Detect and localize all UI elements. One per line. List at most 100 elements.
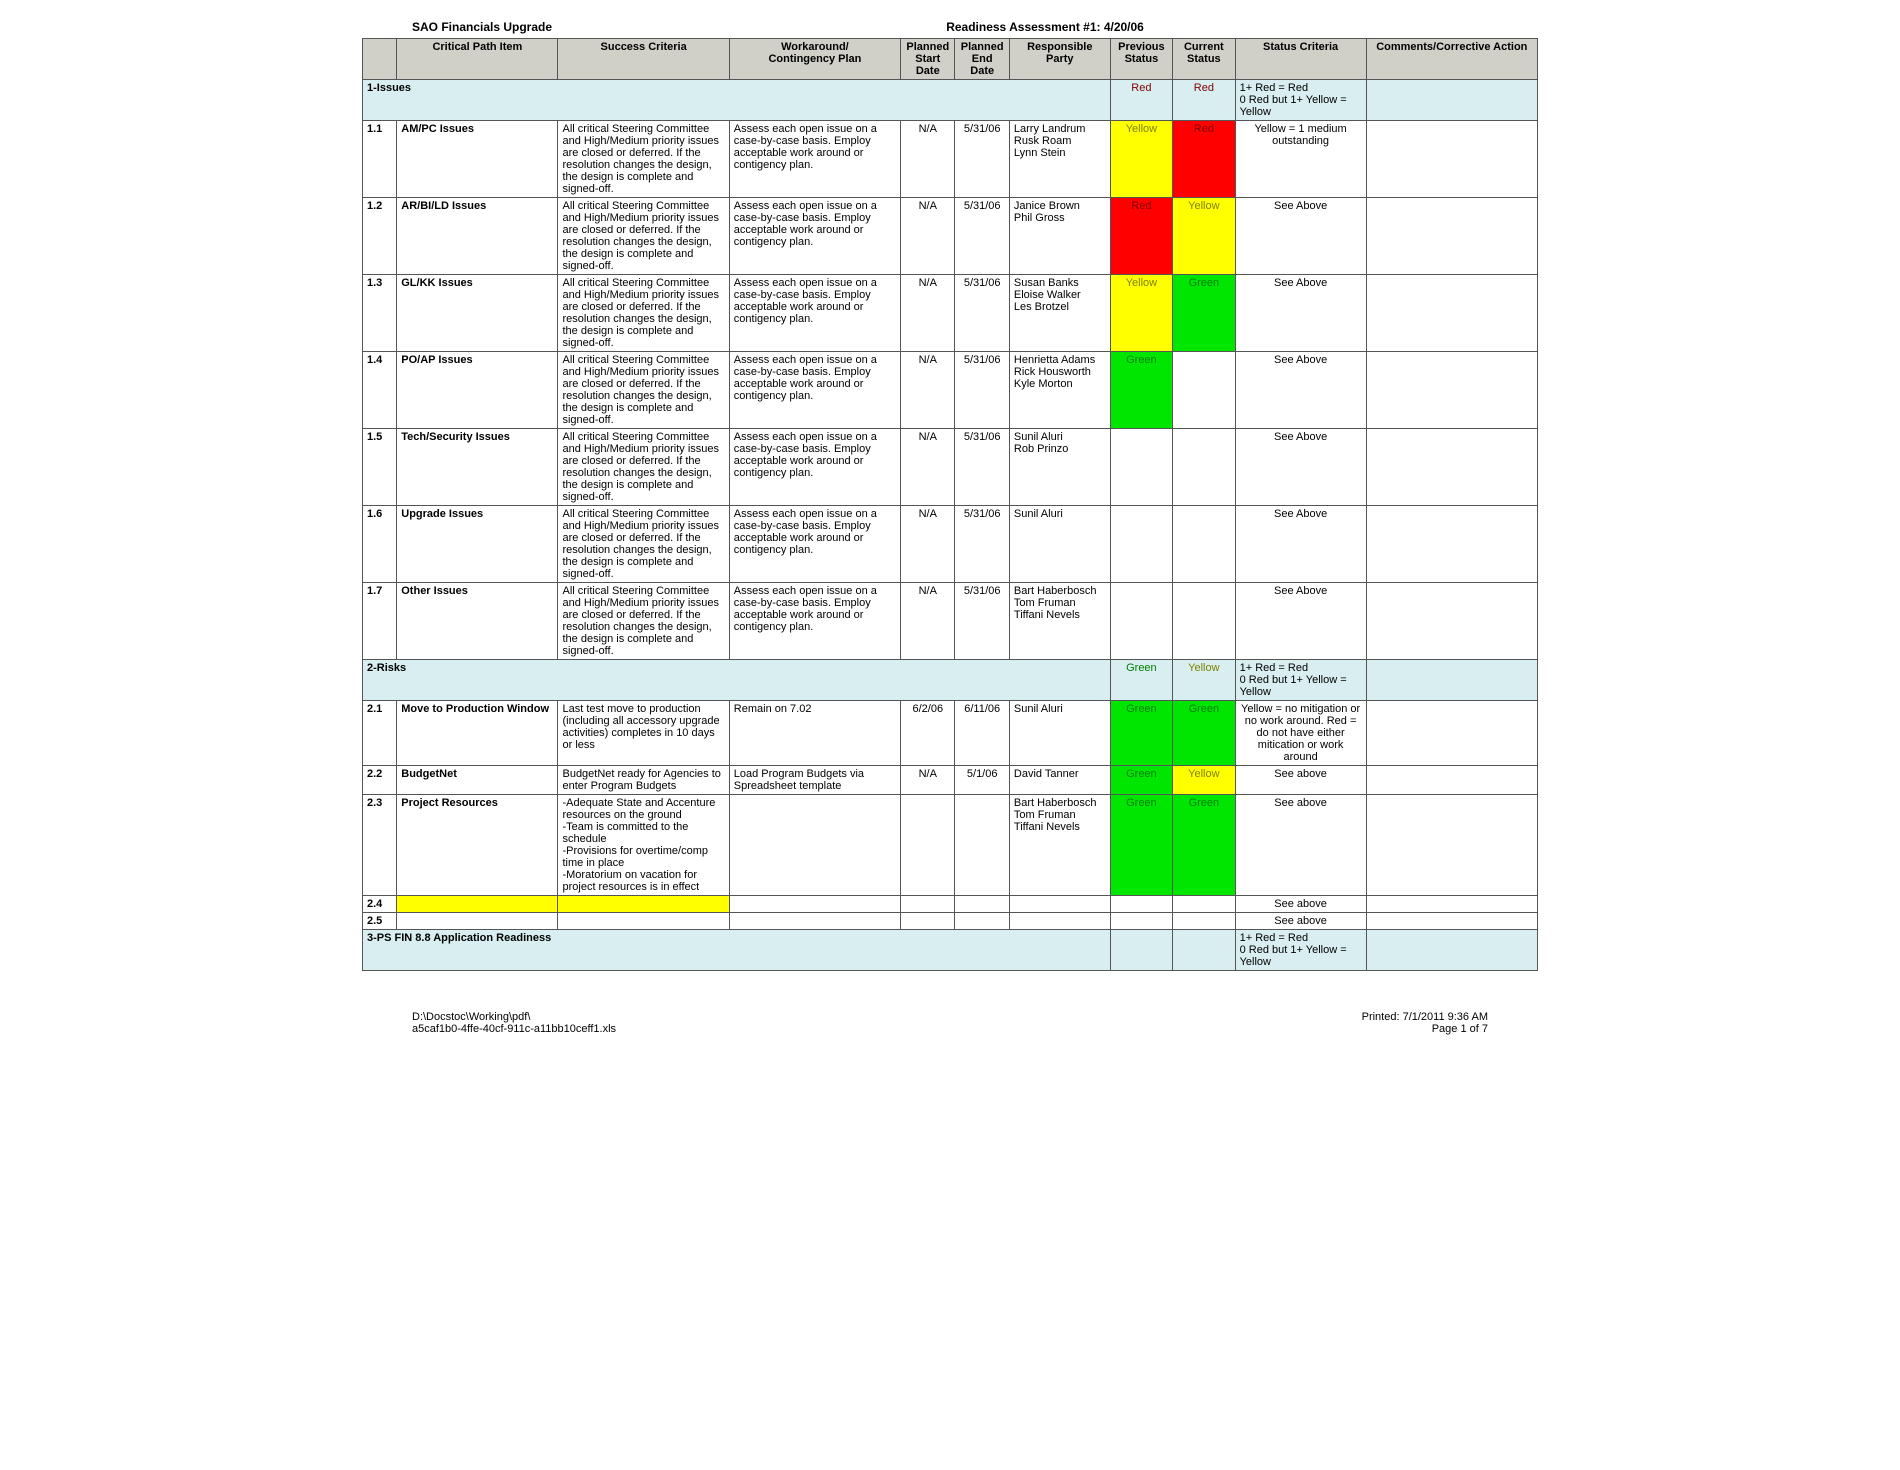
row-status-criteria: See above — [1235, 896, 1366, 913]
section-curr-status — [1173, 930, 1235, 971]
row-item — [397, 913, 558, 930]
row-success: All critical Steering Committee and High… — [558, 198, 729, 275]
footer-print-time: Printed: 7/1/2011 9:36 AM — [1362, 1011, 1488, 1023]
row-prev-status: Green — [1110, 352, 1172, 429]
row-workaround: Assess each open issue on a case-by-case… — [729, 121, 900, 198]
row-workaround — [729, 795, 900, 896]
row-prev-status — [1110, 506, 1172, 583]
row-planned-start: N/A — [901, 352, 955, 429]
row-prev-status: Green — [1110, 766, 1172, 795]
row-corrective — [1366, 701, 1537, 766]
row-workaround: Assess each open issue on a case-by-case… — [729, 583, 900, 660]
row-planned-end: 5/31/06 — [955, 352, 1009, 429]
footer-path: D:\Docstoc\Working\pdf\ — [412, 1011, 616, 1023]
row-corrective — [1366, 795, 1537, 896]
row-workaround: Assess each open issue on a case-by-case… — [729, 352, 900, 429]
row-workaround — [729, 913, 900, 930]
row-item: PO/AP Issues — [397, 352, 558, 429]
row-curr-status — [1173, 896, 1235, 913]
row-success: All critical Steering Committee and High… — [558, 583, 729, 660]
col-id — [363, 39, 397, 80]
row-status-criteria: See above — [1235, 913, 1366, 930]
section-label: 3-PS FIN 8.8 Application Readiness — [363, 930, 1111, 971]
row-id: 2.5 — [363, 913, 397, 930]
row-planned-start: N/A — [901, 198, 955, 275]
row-corrective — [1366, 583, 1537, 660]
row-success: Last test move to production (including … — [558, 701, 729, 766]
row-prev-status — [1110, 429, 1172, 506]
footer-page-num: Page 1 of 7 — [1362, 1023, 1488, 1035]
table-row: 2.4See above — [363, 896, 1538, 913]
row-workaround: Remain on 7.02 — [729, 701, 900, 766]
row-corrective — [1366, 429, 1537, 506]
table-row: 1.6Upgrade IssuesAll critical Steering C… — [363, 506, 1538, 583]
row-responsible: Susan Banks Eloise Walker Les Brotzel — [1009, 275, 1110, 352]
doc-title-left: SAO Financials Upgrade — [412, 20, 552, 34]
row-responsible — [1009, 913, 1110, 930]
row-id: 1.4 — [363, 352, 397, 429]
row-status-criteria: Yellow = no mitigation or no work around… — [1235, 701, 1366, 766]
row-id: 2.2 — [363, 766, 397, 795]
row-planned-end: 5/1/06 — [955, 766, 1009, 795]
row-curr-status — [1173, 429, 1235, 506]
col-current-status: Current Status — [1173, 39, 1235, 80]
row-responsible: Larry Landrum Rusk Roam Lynn Stein — [1009, 121, 1110, 198]
row-item: AM/PC Issues — [397, 121, 558, 198]
row-workaround: Assess each open issue on a case-by-case… — [729, 198, 900, 275]
title-bar: SAO Financials Upgrade Readiness Assessm… — [362, 20, 1538, 34]
row-item — [397, 896, 558, 913]
row-prev-status: Yellow — [1110, 275, 1172, 352]
row-corrective — [1366, 506, 1537, 583]
row-planned-end: 5/31/06 — [955, 506, 1009, 583]
section-status-criteria: 1+ Red = Red 0 Red but 1+ Yellow = Yello… — [1235, 660, 1366, 701]
row-curr-status: Green — [1173, 275, 1235, 352]
page-footer: D:\Docstoc\Working\pdf\ a5caf1b0-4ffe-40… — [412, 1011, 1488, 1035]
section-label: 1-Issues — [363, 80, 1111, 121]
table-row: 2.3Project Resources-Adequate State and … — [363, 795, 1538, 896]
section-corrective — [1366, 930, 1537, 971]
row-planned-start: N/A — [901, 766, 955, 795]
row-planned-start — [901, 896, 955, 913]
section-header: 2-RisksGreenYellow1+ Red = Red 0 Red but… — [363, 660, 1538, 701]
row-prev-status — [1110, 913, 1172, 930]
section-prev-status — [1110, 930, 1172, 971]
row-status-criteria: See Above — [1235, 429, 1366, 506]
row-workaround: Load Program Budgets via Spreadsheet tem… — [729, 766, 900, 795]
row-id: 1.1 — [363, 121, 397, 198]
row-responsible: Sunil Aluri — [1009, 701, 1110, 766]
section-corrective — [1366, 660, 1537, 701]
col-planned-start: Planned Start Date — [901, 39, 955, 80]
table-row: 1.2AR/BI/LD IssuesAll critical Steering … — [363, 198, 1538, 275]
row-planned-end: 6/11/06 — [955, 701, 1009, 766]
row-item: AR/BI/LD Issues — [397, 198, 558, 275]
row-corrective — [1366, 766, 1537, 795]
row-planned-end: 5/31/06 — [955, 121, 1009, 198]
row-curr-status: Yellow — [1173, 198, 1235, 275]
row-success: All critical Steering Committee and High… — [558, 121, 729, 198]
table-row: 1.1AM/PC IssuesAll critical Steering Com… — [363, 121, 1538, 198]
section-curr-status: Yellow — [1173, 660, 1235, 701]
row-success — [558, 896, 729, 913]
table-row: 2.1Move to Production WindowLast test mo… — [363, 701, 1538, 766]
row-item: GL/KK Issues — [397, 275, 558, 352]
row-prev-status: Red — [1110, 198, 1172, 275]
row-id: 1.6 — [363, 506, 397, 583]
row-planned-start: N/A — [901, 429, 955, 506]
row-curr-status: Green — [1173, 795, 1235, 896]
row-corrective — [1366, 121, 1537, 198]
col-success: Success Criteria — [558, 39, 729, 80]
row-prev-status — [1110, 896, 1172, 913]
table-header: Critical Path Item Success Criteria Work… — [363, 39, 1538, 80]
section-prev-status: Green — [1110, 660, 1172, 701]
row-success: All critical Steering Committee and High… — [558, 429, 729, 506]
row-corrective — [1366, 352, 1537, 429]
section-status-criteria: 1+ Red = Red 0 Red but 1+ Yellow = Yello… — [1235, 930, 1366, 971]
row-prev-status: Green — [1110, 795, 1172, 896]
row-planned-start — [901, 913, 955, 930]
col-status-criteria: Status Criteria — [1235, 39, 1366, 80]
col-corrective: Comments/Corrective Action — [1366, 39, 1537, 80]
row-planned-start: N/A — [901, 275, 955, 352]
row-planned-end — [955, 896, 1009, 913]
row-planned-start: N/A — [901, 506, 955, 583]
row-success: All critical Steering Committee and High… — [558, 275, 729, 352]
